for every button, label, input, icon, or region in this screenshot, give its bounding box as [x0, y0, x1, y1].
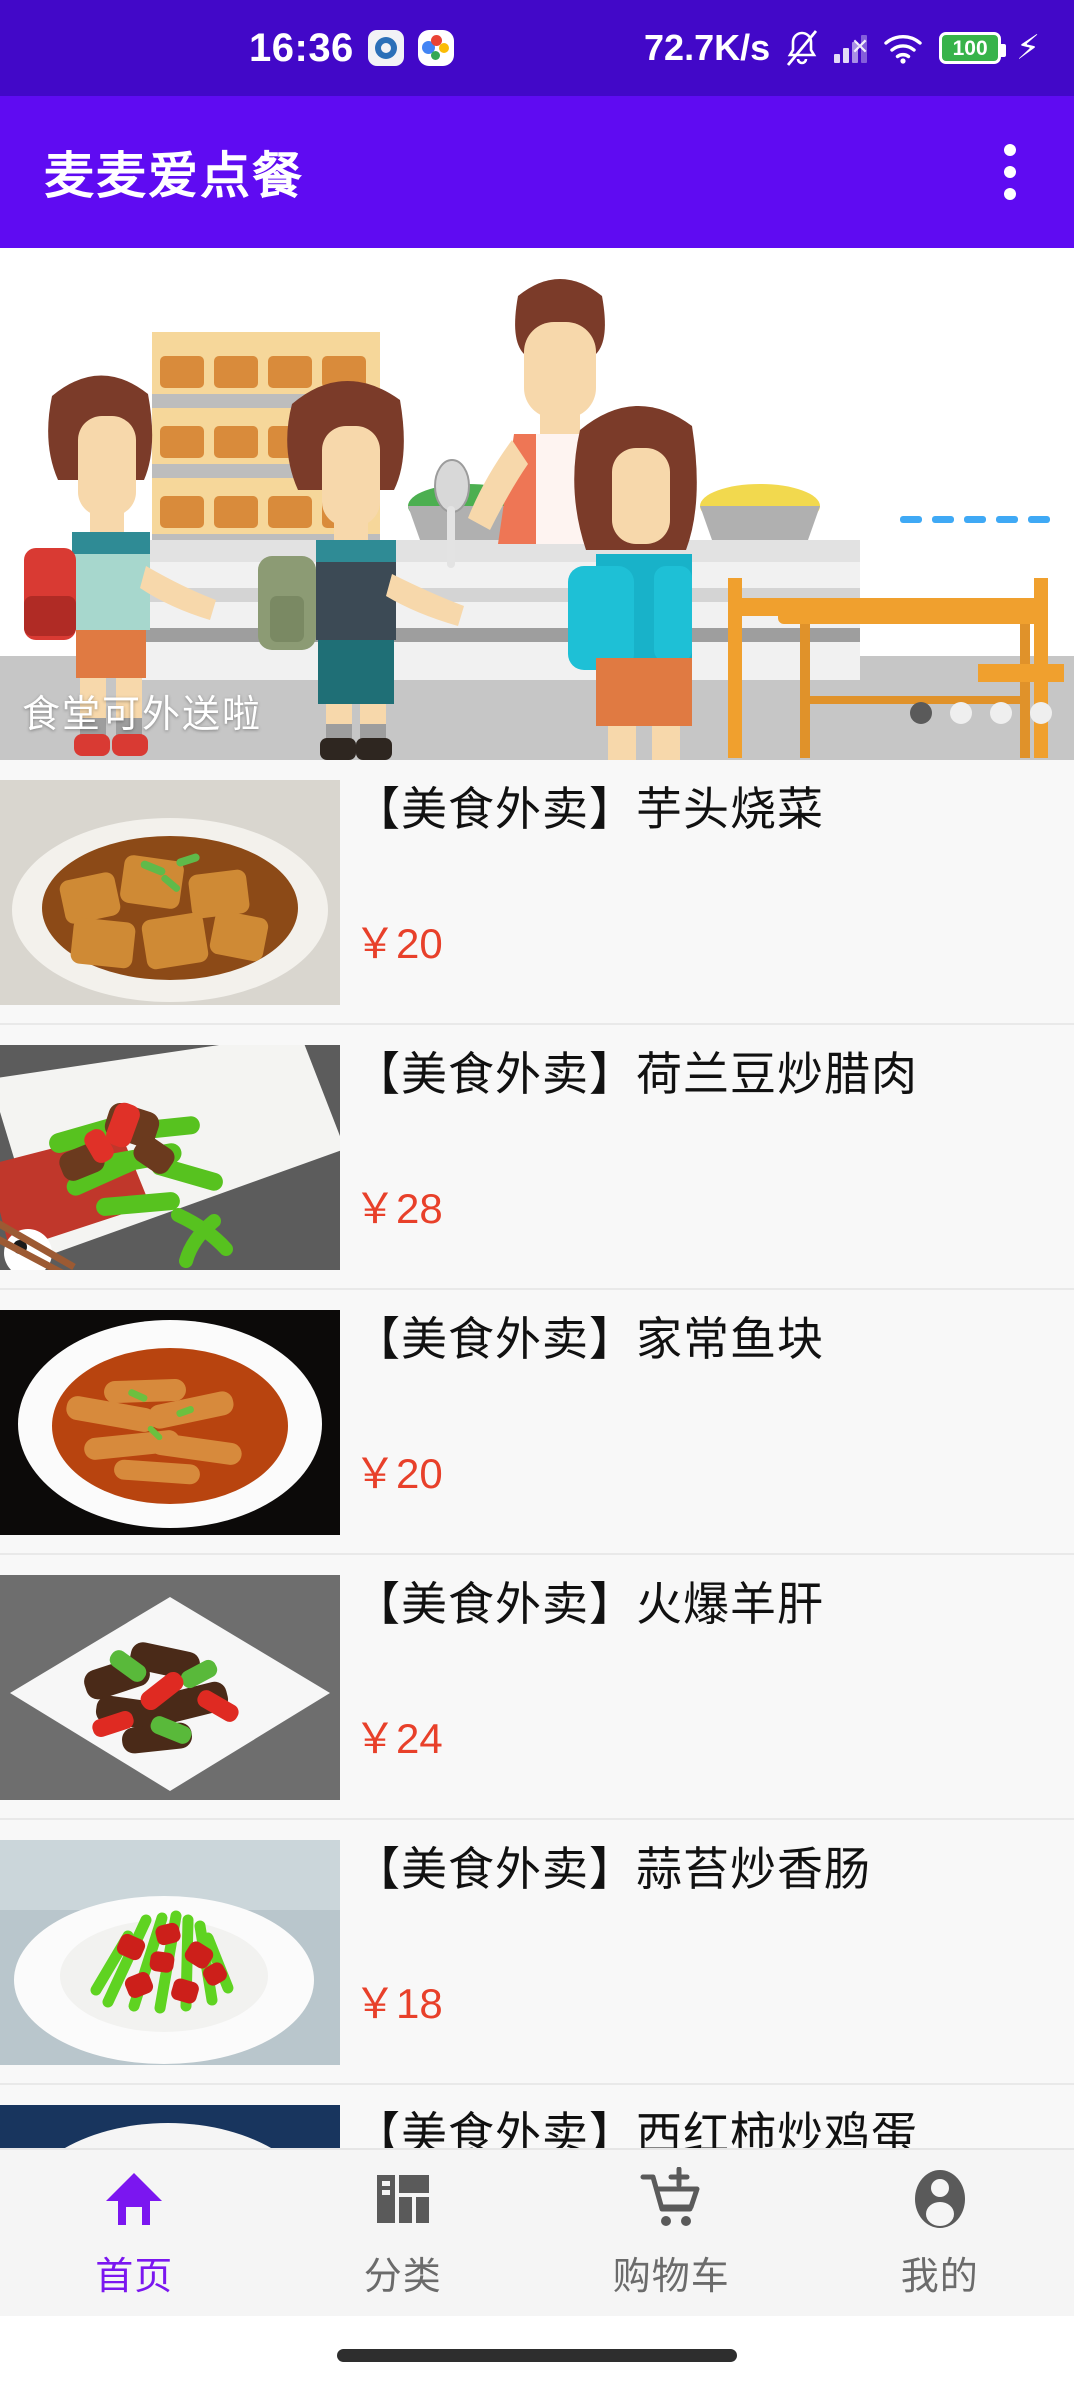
- food-title: 【美食外卖】芋头烧菜: [354, 783, 824, 835]
- settings-icon: [367, 30, 404, 66]
- banner-dot-2[interactable]: [950, 702, 972, 724]
- nav-label-category: 分类: [363, 2255, 442, 2298]
- food-thumbnail: [0, 1045, 340, 1270]
- user-account-icon: [908, 2167, 972, 2231]
- home-icon: [102, 2167, 166, 2231]
- nav-label-cart: 购物车: [612, 2255, 730, 2298]
- page-title: 麦麦爱点餐: [44, 148, 304, 204]
- app-screen: 16:36 72.7K/s ✕ 100 ⚡ 麦麦爱点餐 食堂可外送啦 【美食外卖…: [0, 0, 1074, 2394]
- battery-icon: 100: [939, 32, 1007, 64]
- category-grid-icon: [371, 2167, 435, 2231]
- list-item[interactable]: 【美食外卖】火爆羊肝 ￥24: [0, 1555, 1074, 1820]
- food-title: 【美食外卖】家常鱼块: [354, 1313, 824, 1365]
- nav-item-category[interactable]: 分类: [269, 2167, 538, 2300]
- status-bar: 16:36 72.7K/s ✕ 100 ⚡: [0, 0, 1074, 96]
- bottom-navigation-bar: 首页 分类 购物车 我的: [0, 2148, 1074, 2316]
- status-bar-right: 72.7K/s ✕ 100 ⚡: [644, 27, 1040, 69]
- food-title: 【美食外卖】荷兰豆炒腊肉: [354, 1048, 918, 1100]
- nav-item-home[interactable]: 首页: [0, 2167, 269, 2300]
- food-price: ￥20: [354, 920, 443, 967]
- list-item[interactable]: 【美食外卖】蒜苔炒香肠 ￥18: [0, 1820, 1074, 2085]
- banner-page-dots[interactable]: [910, 702, 1052, 724]
- promo-banner[interactable]: 食堂可外送啦: [0, 248, 1074, 760]
- food-price: ￥20: [354, 1450, 443, 1497]
- assistant-icon: [417, 30, 454, 66]
- food-list[interactable]: 【美食外卖】芋头烧菜 ￥20 【美食外卖】荷兰豆炒腊肉 ￥28 【美食外卖】家常…: [0, 760, 1074, 2170]
- food-price: ￥24: [354, 1715, 443, 1762]
- nav-label-home: 首页: [95, 2255, 174, 2298]
- food-thumbnail: [0, 1575, 340, 1800]
- battery-level-label: 100: [952, 36, 988, 60]
- banner-caption: 食堂可外送啦: [22, 694, 263, 736]
- app-bar: 麦麦爱点餐: [0, 96, 1074, 248]
- food-info: 【美食外卖】蒜苔炒香肠 ￥18: [340, 1820, 1074, 2083]
- home-indicator[interactable]: [337, 2348, 737, 2362]
- more-options-icon[interactable]: [986, 134, 1034, 210]
- nav-label-profile: 我的: [900, 2255, 979, 2298]
- list-item[interactable]: 【美食外卖】家常鱼块 ￥20: [0, 1290, 1074, 1555]
- network-speed-label: 72.7K/s: [644, 27, 771, 68]
- food-price: ￥18: [354, 1980, 443, 2027]
- home-gesture-area: [0, 2316, 1074, 2394]
- food-thumbnail: [0, 1310, 340, 1535]
- food-title: 【美食外卖】蒜苔炒香肠: [354, 1843, 871, 1895]
- food-price: ￥28: [354, 1185, 443, 1232]
- wifi-icon: [882, 32, 924, 64]
- food-info: 【美食外卖】火爆羊肝 ￥24: [340, 1555, 1074, 1818]
- status-time: 16:36: [249, 25, 354, 70]
- food-title: 【美食外卖】火爆羊肝: [354, 1578, 824, 1630]
- banner-dot-3[interactable]: [990, 702, 1012, 724]
- banner-dot-4[interactable]: [1030, 702, 1052, 724]
- list-item[interactable]: 【美食外卖】芋头烧菜 ￥20: [0, 760, 1074, 1025]
- nav-item-profile[interactable]: 我的: [806, 2167, 1074, 2300]
- food-thumbnail: [0, 1840, 340, 2065]
- list-item[interactable]: 【美食外卖】荷兰豆炒腊肉 ￥28: [0, 1025, 1074, 1290]
- cellular-signal-icon: ✕: [834, 33, 869, 63]
- nav-item-cart[interactable]: 购物车: [537, 2166, 806, 2300]
- food-info: 【美食外卖】荷兰豆炒腊肉 ￥28: [340, 1025, 1074, 1288]
- charging-bolt-icon: ⚡: [1016, 29, 1040, 67]
- food-info: 【美食外卖】家常鱼块 ￥20: [340, 1290, 1074, 1553]
- shopping-cart-add-icon: [639, 2166, 703, 2231]
- food-thumbnail: [0, 780, 340, 1005]
- bell-muted-icon: [785, 29, 819, 67]
- food-info: 【美食外卖】芋头烧菜 ￥20: [340, 760, 1074, 1023]
- status-bar-left: 16:36: [34, 26, 454, 71]
- banner-dot-1[interactable]: [910, 702, 932, 724]
